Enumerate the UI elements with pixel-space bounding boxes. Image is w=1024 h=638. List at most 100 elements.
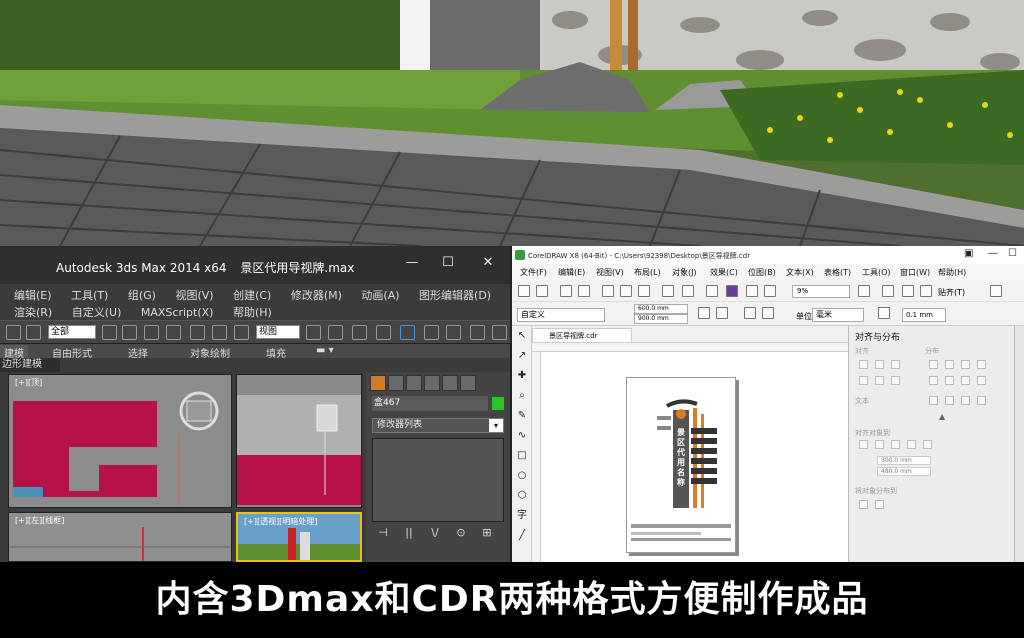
- menu-rendering[interactable]: 渲染(R): [14, 306, 52, 319]
- menu-layout[interactable]: 布局(L): [634, 267, 661, 278]
- distribute-left-icon[interactable]: [929, 360, 938, 369]
- menu-view[interactable]: 视图(V): [596, 267, 624, 278]
- page-width-field[interactable]: 600.0 mm: [634, 304, 688, 314]
- distribute-center-icon[interactable]: [945, 360, 954, 369]
- named-selection-icon[interactable]: [446, 325, 461, 340]
- portrait-icon[interactable]: [698, 307, 710, 319]
- rectangle-tool-icon[interactable]: □: [516, 450, 528, 462]
- distribute-v-spacing-icon[interactable]: [977, 376, 986, 385]
- document-tab[interactable]: 景区导视牌.cdr: [532, 328, 632, 342]
- open-icon[interactable]: [536, 285, 548, 297]
- export-icon[interactable]: [764, 285, 776, 297]
- menu-bitmaps[interactable]: 位图(B): [748, 267, 776, 278]
- snap-to-button[interactable]: 贴齐(T): [938, 287, 965, 298]
- page-center-icon[interactable]: [891, 440, 900, 449]
- show-grid-icon[interactable]: [902, 285, 914, 297]
- mirror-icon[interactable]: [470, 325, 485, 340]
- page-height-field[interactable]: 900.0 mm: [634, 314, 688, 324]
- active-objects-icon[interactable]: [859, 440, 868, 449]
- gear-icon[interactable]: [990, 285, 1002, 297]
- configure-sets-icon[interactable]: ⊞: [476, 526, 498, 542]
- align-right-icon[interactable]: [891, 360, 900, 369]
- menu-window[interactable]: 窗口(W): [900, 267, 930, 278]
- print-icon[interactable]: [578, 285, 590, 297]
- rect-region-icon[interactable]: [144, 325, 159, 340]
- ribbon-tab-populate[interactable]: 填充: [266, 345, 286, 360]
- align-center-v-icon[interactable]: [875, 376, 884, 385]
- minimize-button[interactable]: —: [402, 255, 422, 270]
- scale-icon[interactable]: [234, 325, 249, 340]
- distribute-spacing-icon[interactable]: [977, 360, 986, 369]
- docker-vertical-tabs[interactable]: [1014, 326, 1024, 562]
- distribute-middle-icon[interactable]: [945, 376, 954, 385]
- align-left-icon[interactable]: [859, 360, 868, 369]
- menu-group[interactable]: 组(G): [128, 289, 156, 302]
- snap-icon[interactable]: [352, 325, 367, 340]
- ellipse-tool-icon[interactable]: ○: [516, 470, 528, 482]
- ribbon-tab-object-paint[interactable]: 对象绘制: [190, 345, 230, 360]
- show-rulers-icon[interactable]: [882, 285, 894, 297]
- paste-icon[interactable]: [638, 285, 650, 297]
- nudge-distance-field[interactable]: 0.1 mm: [902, 308, 946, 322]
- menu-graph-editors[interactable]: 图形编辑器(D): [419, 289, 491, 302]
- menu-create[interactable]: 创建(C): [233, 289, 271, 302]
- import-icon[interactable]: [746, 285, 758, 297]
- page-edge-icon[interactable]: [875, 440, 884, 449]
- docker-height-field[interactable]: 480.0 mm: [877, 467, 931, 476]
- menu-help[interactable]: 帮助(H): [938, 267, 966, 278]
- save-icon[interactable]: [560, 285, 572, 297]
- window-crossing-icon[interactable]: [166, 325, 181, 340]
- hierarchy-tab-icon[interactable]: [406, 375, 422, 391]
- make-unique-icon[interactable]: \/: [424, 526, 446, 542]
- ribbon-subtab-poly-modeling[interactable]: 边形建模: [0, 358, 60, 372]
- landscape-icon[interactable]: [716, 307, 728, 319]
- angle-snap-icon[interactable]: [376, 325, 391, 340]
- ribbon-options-icon[interactable]: ▬ ▾: [316, 345, 334, 356]
- connector-tool-icon[interactable]: ╱: [516, 530, 528, 542]
- user-icon[interactable]: ▣: [964, 248, 973, 259]
- ribbon-tab-selection[interactable]: 选择: [128, 345, 148, 360]
- distribute-top-icon[interactable]: [929, 376, 938, 385]
- selection-extent-icon[interactable]: [859, 500, 868, 509]
- copy-icon[interactable]: [620, 285, 632, 297]
- modifier-list-dropdown[interactable]: 修改器列表 ▾: [372, 418, 504, 433]
- menu-help[interactable]: 帮助(H): [233, 306, 272, 319]
- modify-tab-icon[interactable]: [388, 375, 404, 391]
- align-bottom-icon[interactable]: [891, 376, 900, 385]
- menu-table[interactable]: 表格(T): [824, 267, 851, 278]
- select-manipulate-icon[interactable]: [328, 325, 343, 340]
- ref-coord-select[interactable]: 视图: [256, 325, 300, 339]
- zoom-tool-icon[interactable]: ⌕: [516, 390, 528, 402]
- shape-tool-icon[interactable]: ↗: [516, 350, 528, 362]
- menu-effects[interactable]: 效果(C): [710, 267, 738, 278]
- menu-customize[interactable]: 自定义(U): [72, 306, 122, 319]
- modifier-stack[interactable]: [372, 438, 504, 522]
- menu-text[interactable]: 文本(X): [786, 267, 814, 278]
- selection-filter[interactable]: 全部: [48, 325, 96, 339]
- text-last-line-icon[interactable]: [945, 396, 954, 405]
- text-first-line-icon[interactable]: [929, 396, 938, 405]
- pivot-icon[interactable]: [306, 325, 321, 340]
- menu-edit[interactable]: 编辑(E): [558, 267, 585, 278]
- menu-tools[interactable]: 工具(T): [71, 289, 108, 302]
- pin-stack-icon[interactable]: ⊣: [372, 526, 394, 542]
- percent-snap-icon[interactable]: [400, 325, 415, 340]
- rotate-icon[interactable]: [212, 325, 227, 340]
- menu-tools[interactable]: 工具(O): [862, 267, 891, 278]
- cut-icon[interactable]: [602, 285, 614, 297]
- text-outline-icon[interactable]: [977, 396, 986, 405]
- launch-icon[interactable]: [726, 285, 738, 297]
- menu-animation[interactable]: 动画(A): [361, 289, 399, 302]
- freehand-tool-icon[interactable]: ✎: [516, 410, 528, 422]
- undo-icon[interactable]: [6, 325, 21, 340]
- minimize-button[interactable]: —: [988, 248, 998, 259]
- docker-width-field[interactable]: 300.0 mm: [877, 456, 931, 465]
- create-tab-icon[interactable]: [370, 375, 386, 391]
- search-icon[interactable]: [706, 285, 718, 297]
- drawing-canvas[interactable]: 景区代用名称: [532, 342, 864, 562]
- show-end-result-icon[interactable]: ||: [398, 526, 420, 542]
- select-icon[interactable]: [102, 325, 117, 340]
- move-icon[interactable]: [190, 325, 205, 340]
- maximize-button[interactable]: ☐: [438, 255, 458, 270]
- object-name-field[interactable]: 盒467: [372, 396, 488, 411]
